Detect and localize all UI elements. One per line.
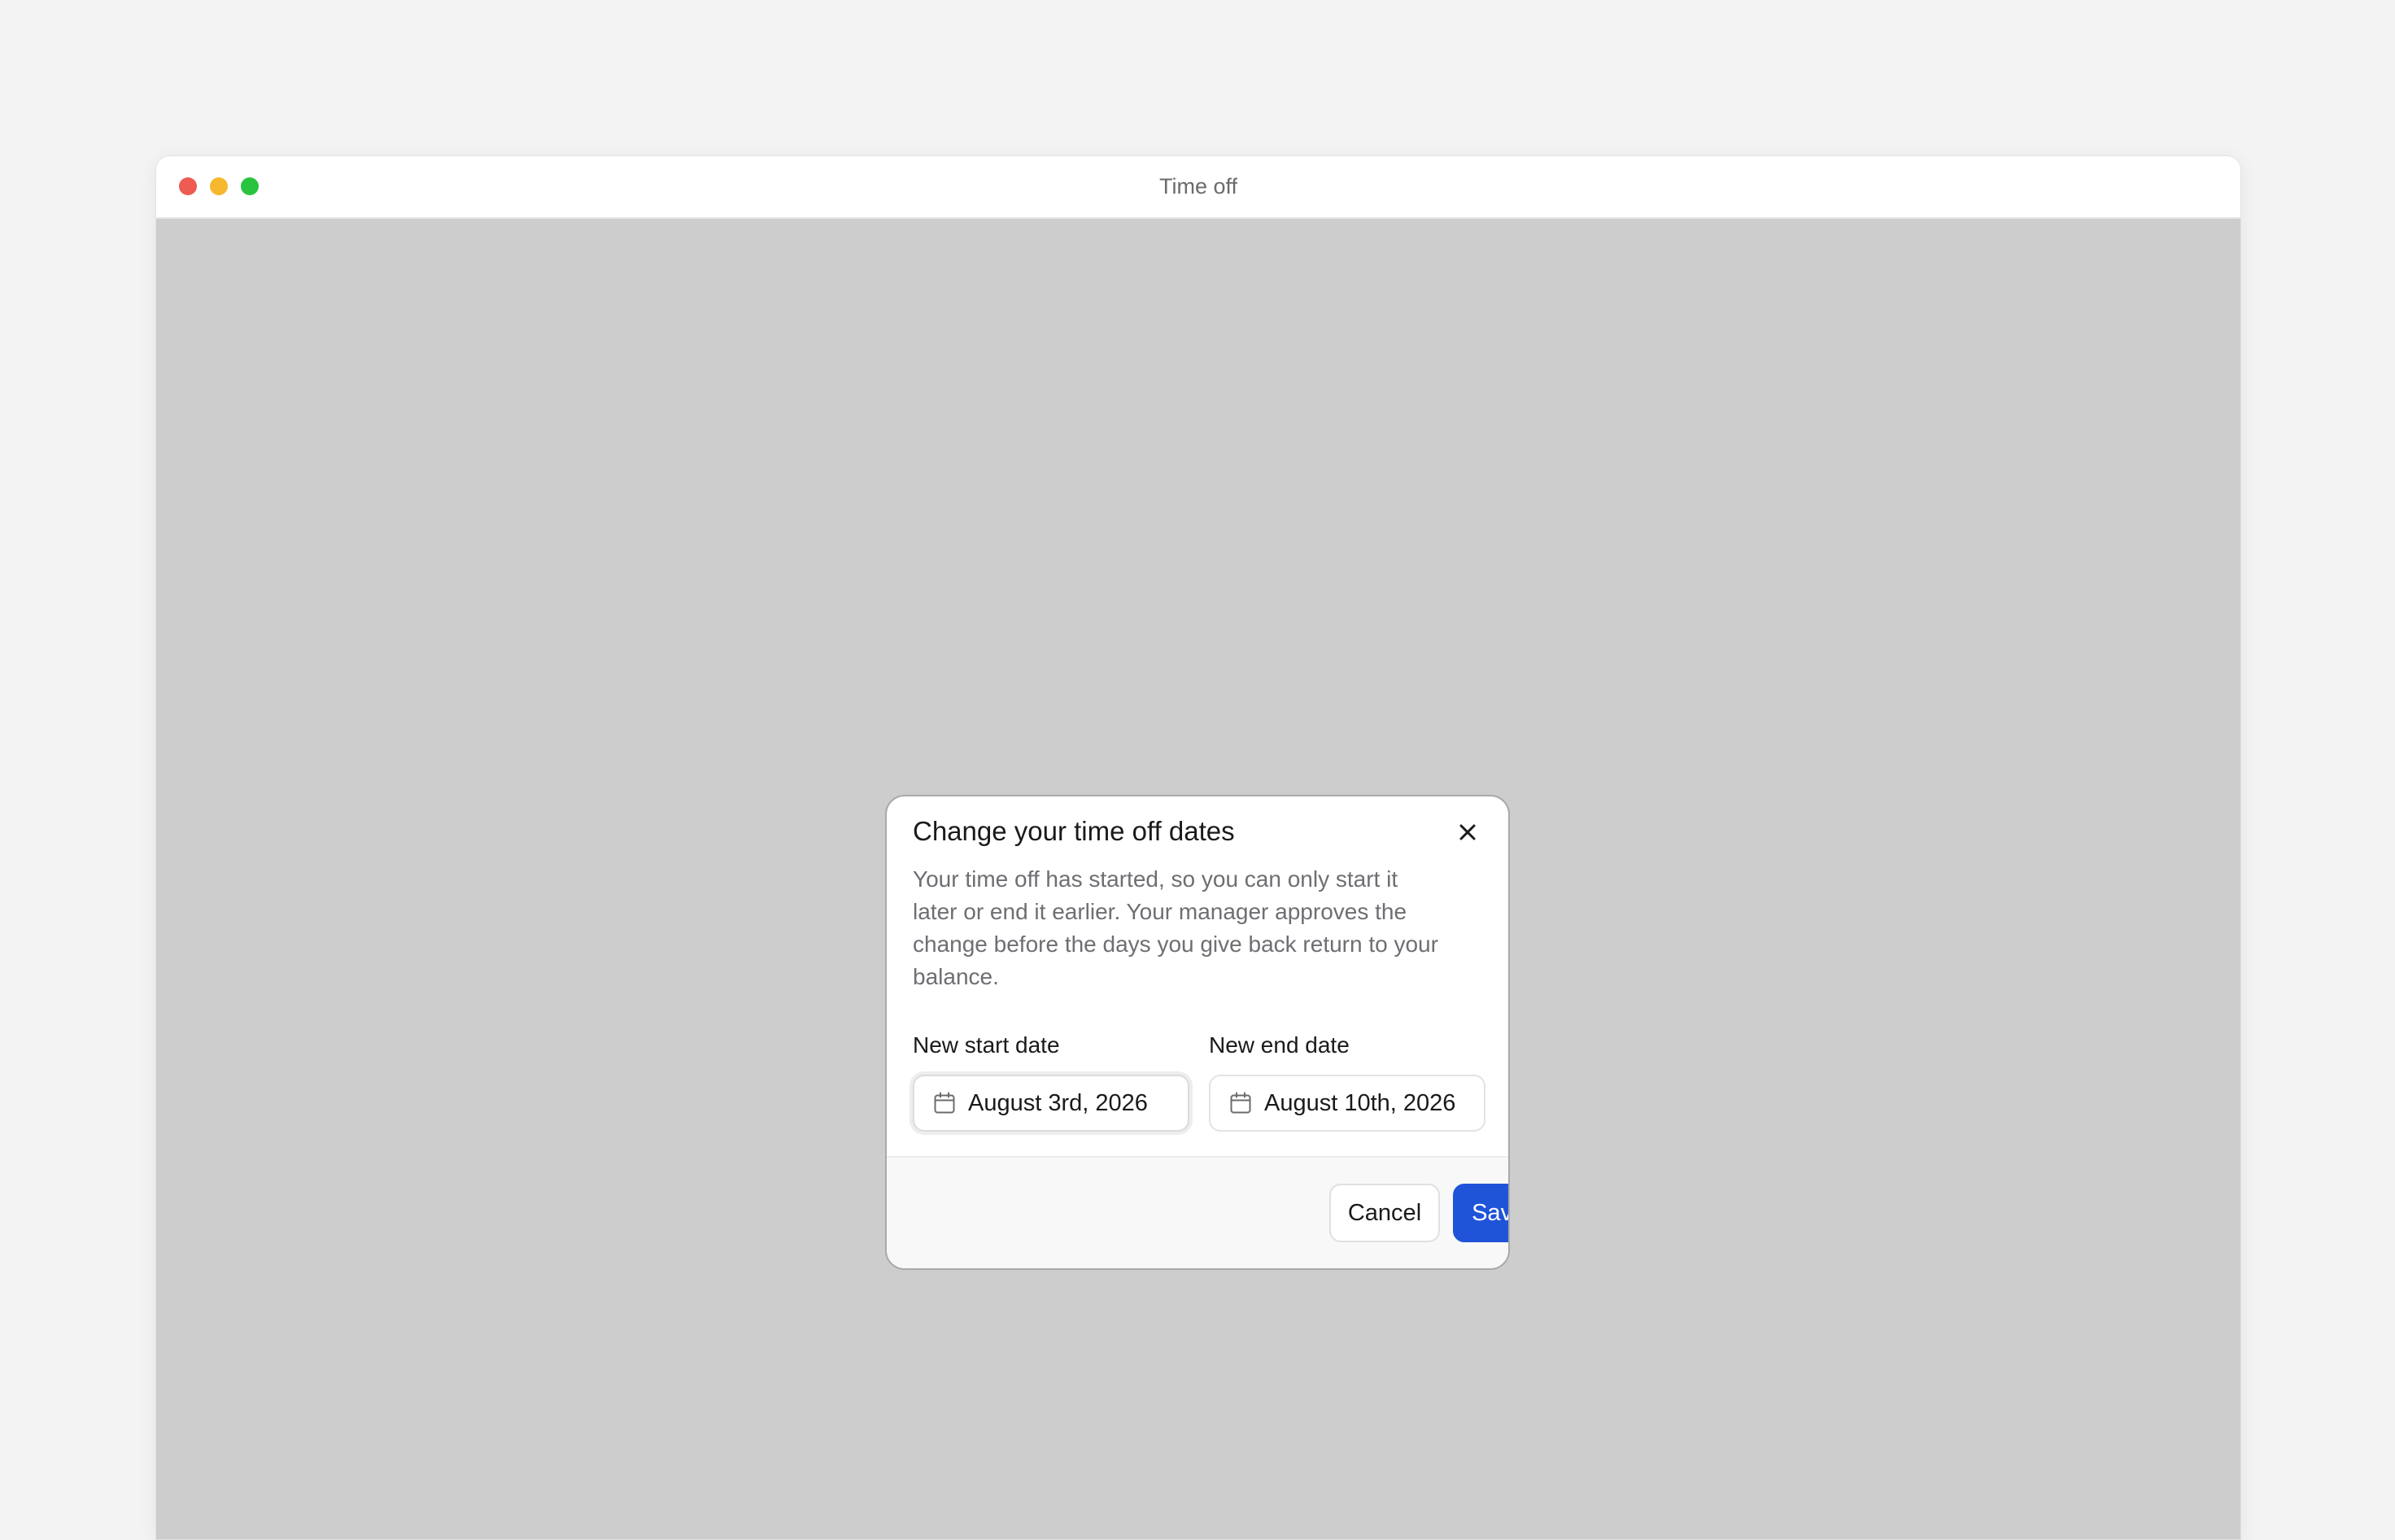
- title-bar: Time off: [156, 156, 2240, 219]
- start-date-label: New start date: [913, 1032, 1060, 1058]
- start-date-value: August 3rd, 2026: [968, 1089, 1148, 1116]
- cancel-button[interactable]: Cancel: [1329, 1184, 1440, 1242]
- start-date-picker[interactable]: August 3rd, 2026: [913, 1075, 1189, 1132]
- window-title: Time off: [1158, 174, 1238, 198]
- dialog-description: Your time off has started, so you can on…: [913, 866, 1438, 989]
- close-icon: [1459, 824, 1476, 840]
- end-date-value: August 10th, 2026: [1264, 1089, 1456, 1116]
- end-date-picker[interactable]: August 10th, 2026: [1209, 1075, 1485, 1132]
- change-dates-dialog: Change your time off dates Your time off…: [885, 795, 1510, 1270]
- dialog-footer: Cancel Save changes: [887, 1156, 1508, 1268]
- app-window: Time off Change your time off dates Your…: [155, 155, 2241, 1540]
- end-date-label: New end date: [1209, 1032, 1350, 1058]
- dialog-title: Change your time off dates: [913, 816, 1235, 846]
- modal-overlay[interactable]: Change your time off dates Your time off…: [156, 219, 2240, 1539]
- save-changes-button[interactable]: Save changes: [1453, 1184, 1508, 1242]
- calendar-icon: [1228, 1091, 1253, 1115]
- dialog-close-button[interactable]: [1451, 816, 1484, 849]
- calendar-icon: [932, 1091, 957, 1115]
